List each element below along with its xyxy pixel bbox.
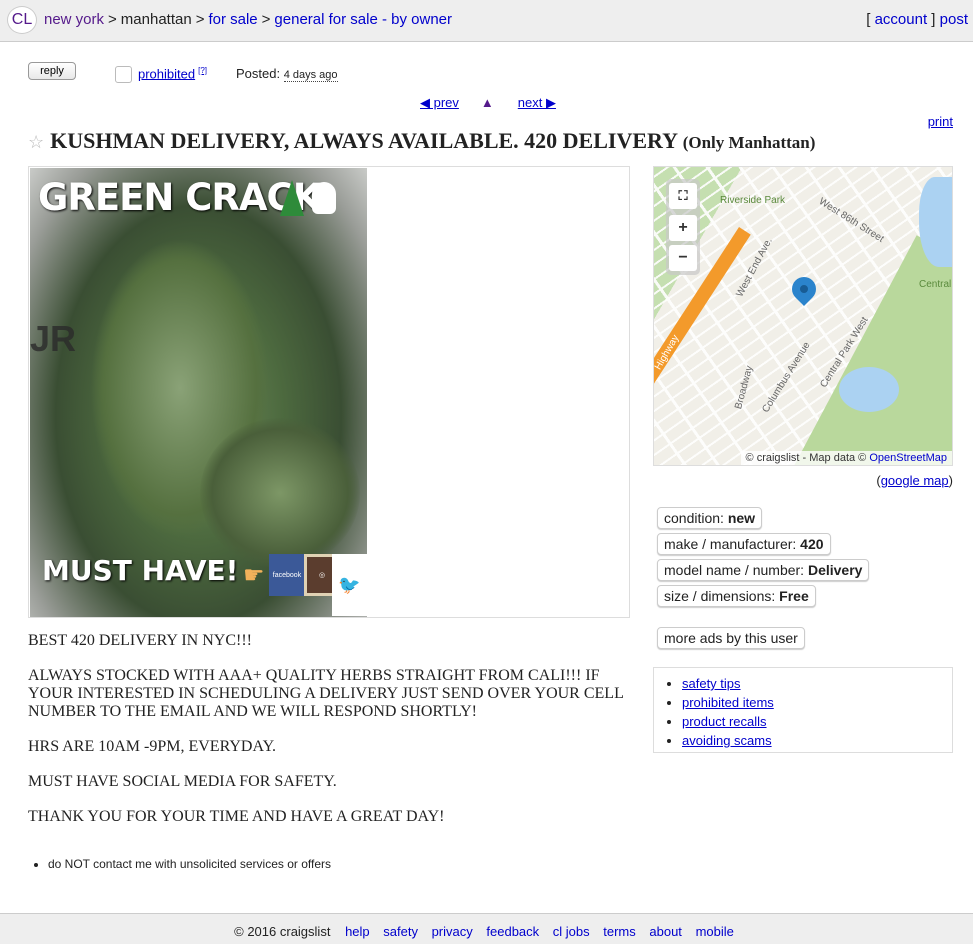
safety-list-item: prohibited items [682, 693, 952, 712]
account-area: [ account ] post [866, 11, 968, 28]
map-label-central-park: Central Park [919, 279, 952, 290]
avoiding-scams-link[interactable]: avoiding scams [682, 733, 772, 748]
attribute-label: condition: [664, 510, 724, 526]
map-lake [839, 367, 899, 412]
post-link[interactable]: post [940, 11, 968, 28]
footer-privacy-link[interactable]: privacy [432, 924, 473, 939]
posting-paragraph: THANK YOU FOR YOUR TIME AND HAVE A GREAT… [28, 808, 445, 825]
prohibited-help-link[interactable]: [?] [198, 66, 207, 75]
safety-list-item: product recalls [682, 712, 952, 731]
safety-tips-link[interactable]: safety tips [682, 676, 741, 691]
print-link[interactable]: print [928, 114, 953, 129]
safety-links-list: safety tips prohibited items product rec… [654, 674, 952, 750]
breadcrumb: new york > manhattan > for sale > general for … [44, 11, 452, 28]
posted-value: 4 days ago [283, 69, 338, 82]
attribute-value: Delivery [807, 562, 863, 578]
photo-caption-top: GREEN CRACK [38, 176, 321, 219]
attribute-label: make / manufacturer: [664, 536, 797, 552]
zoom-in-button[interactable]: + [669, 215, 697, 241]
up-arrow-link[interactable]: ▲ [481, 95, 494, 110]
footer-terms-link[interactable]: terms [603, 924, 636, 939]
twitter-icon: 🐦 [332, 554, 367, 616]
posted-label: Posted: [236, 66, 281, 81]
product-recalls-link[interactable]: product recalls [682, 714, 767, 729]
breadcrumb-for-sale[interactable]: for sale [208, 11, 257, 28]
favorite-star-icon[interactable]: ☆ [28, 132, 44, 152]
safety-list-item: safety tips [682, 674, 952, 693]
top-header: CL new york > manhattan > for sale > general f… [0, 0, 973, 42]
posting-photo[interactable]: JR GREEN CRACK MUST HAVE! ☛ facebook ◎ 🐦 [30, 168, 367, 617]
attribute-size: size / dimensions: Free [657, 585, 816, 607]
location-map[interactable]: Riverside Park West 86th Street West End… [653, 166, 953, 466]
breadcrumb-separator: > [108, 11, 117, 28]
openstreetmap-link[interactable]: OpenStreetMap [869, 452, 947, 464]
posting-paragraph: MUST HAVE SOCIAL MEDIA FOR SAFETY. [28, 773, 337, 790]
footer-about-link[interactable]: about [649, 924, 682, 939]
attribute-value: Free [779, 588, 809, 604]
posting-navigation: ◀ prev ▲ next ▶ [420, 95, 556, 111]
pointing-hand-icon: ☛ [243, 562, 265, 589]
posting-body: BEST 420 DELIVERY IN NYC!!! ALWAYS STOCK… [28, 632, 638, 843]
safety-links-box: safety tips prohibited items product rec… [653, 667, 953, 753]
posting-paragraph: ALWAYS STOCKED WITH AAA+ QUALITY HERBS S… [28, 667, 624, 720]
breadcrumb-general-for-sale[interactable]: general for sale - by owner [274, 11, 452, 28]
notices-list: do NOT contact me with unsolicited servi… [30, 857, 331, 871]
posting-title: ☆ KUSHMAN DELIVERY, ALWAYS AVAILABLE. 420… [28, 128, 815, 154]
google-map-link[interactable]: google map [881, 473, 949, 488]
attribute-condition: condition: new [657, 507, 763, 529]
tree-icon [280, 180, 304, 216]
breadcrumb-separator: > [261, 11, 271, 28]
photo-caption-bottom: MUST HAVE! [42, 554, 239, 587]
map-label-riverside: Riverside Park [720, 195, 786, 206]
footer-help-link[interactable]: help [345, 924, 370, 939]
attribute-label: size / dimensions: [664, 588, 776, 604]
prohibited-flag-checkbox[interactable] [115, 66, 132, 83]
attribute-value: 420 [800, 536, 824, 552]
more-ads-button[interactable]: more ads by this user [657, 627, 805, 649]
bracket: ] [927, 11, 940, 28]
map-reservoir [919, 177, 952, 267]
craigslist-logo[interactable]: CL [7, 6, 37, 34]
next-link[interactable]: next ▶ [518, 95, 556, 110]
copyright: © 2016 craigslist [234, 924, 331, 939]
footer-safety-link[interactable]: safety [383, 924, 418, 939]
attribute-label: model name / number: [664, 562, 805, 578]
prohibited-flag: prohibited [?] [138, 66, 207, 81]
image-gallery: JR GREEN CRACK MUST HAVE! ☛ facebook ◎ 🐦 [28, 166, 630, 618]
breadcrumb-new-york[interactable]: new york [44, 11, 104, 28]
map-attribution: © craigslist - Map data © OpenStreetMap [740, 451, 952, 465]
posting-paragraph: HRS ARE 10AM -9PM, EVERYDAY. [28, 738, 277, 755]
footer-feedback-link[interactable]: feedback [486, 924, 539, 939]
attribute-value: new [727, 510, 756, 526]
posting-paragraph: BEST 420 DELIVERY IN NYC!!! [28, 632, 252, 649]
footer: © 2016 craigslist help safety privacy fe… [0, 913, 973, 944]
map-attribution-text: © craigslist - Map data © [745, 452, 867, 464]
prev-link[interactable]: ◀ prev [420, 95, 459, 110]
attribute-model: model name / number: Delivery [657, 559, 870, 581]
bracket: [ [866, 11, 875, 28]
notice-item: do NOT contact me with unsolicited servi… [48, 857, 331, 871]
ghost-icon [312, 182, 336, 214]
posting-location: (Only Manhattan) [682, 133, 816, 152]
photo-background-text: JR [30, 318, 77, 359]
breadcrumb-manhattan: manhattan [120, 11, 192, 28]
breadcrumb-separator: > [195, 11, 205, 28]
zoom-out-button[interactable]: − [669, 245, 697, 271]
safety-list-item: avoiding scams [682, 731, 952, 750]
map-controls: ⛶ + − [666, 179, 700, 275]
fullscreen-icon[interactable]: ⛶ [669, 183, 697, 209]
photo-blotch [200, 418, 360, 568]
attribute-make: make / manufacturer: 420 [657, 533, 831, 555]
google-map-link-wrap: (google map) [876, 473, 953, 488]
facebook-icon: facebook [269, 554, 305, 596]
posting-title-text: KUSHMAN DELIVERY, ALWAYS AVAILABLE. 420 … [50, 128, 678, 153]
posted-date: Posted: 4 days ago [236, 66, 338, 82]
prohibited-items-link[interactable]: prohibited items [682, 695, 774, 710]
footer-mobile-link[interactable]: mobile [696, 924, 734, 939]
reply-button[interactable]: reply [28, 62, 76, 80]
prohibited-link[interactable]: prohibited [138, 66, 195, 81]
footer-cl-jobs-link[interactable]: cl jobs [553, 924, 590, 939]
account-link[interactable]: account [875, 11, 928, 28]
